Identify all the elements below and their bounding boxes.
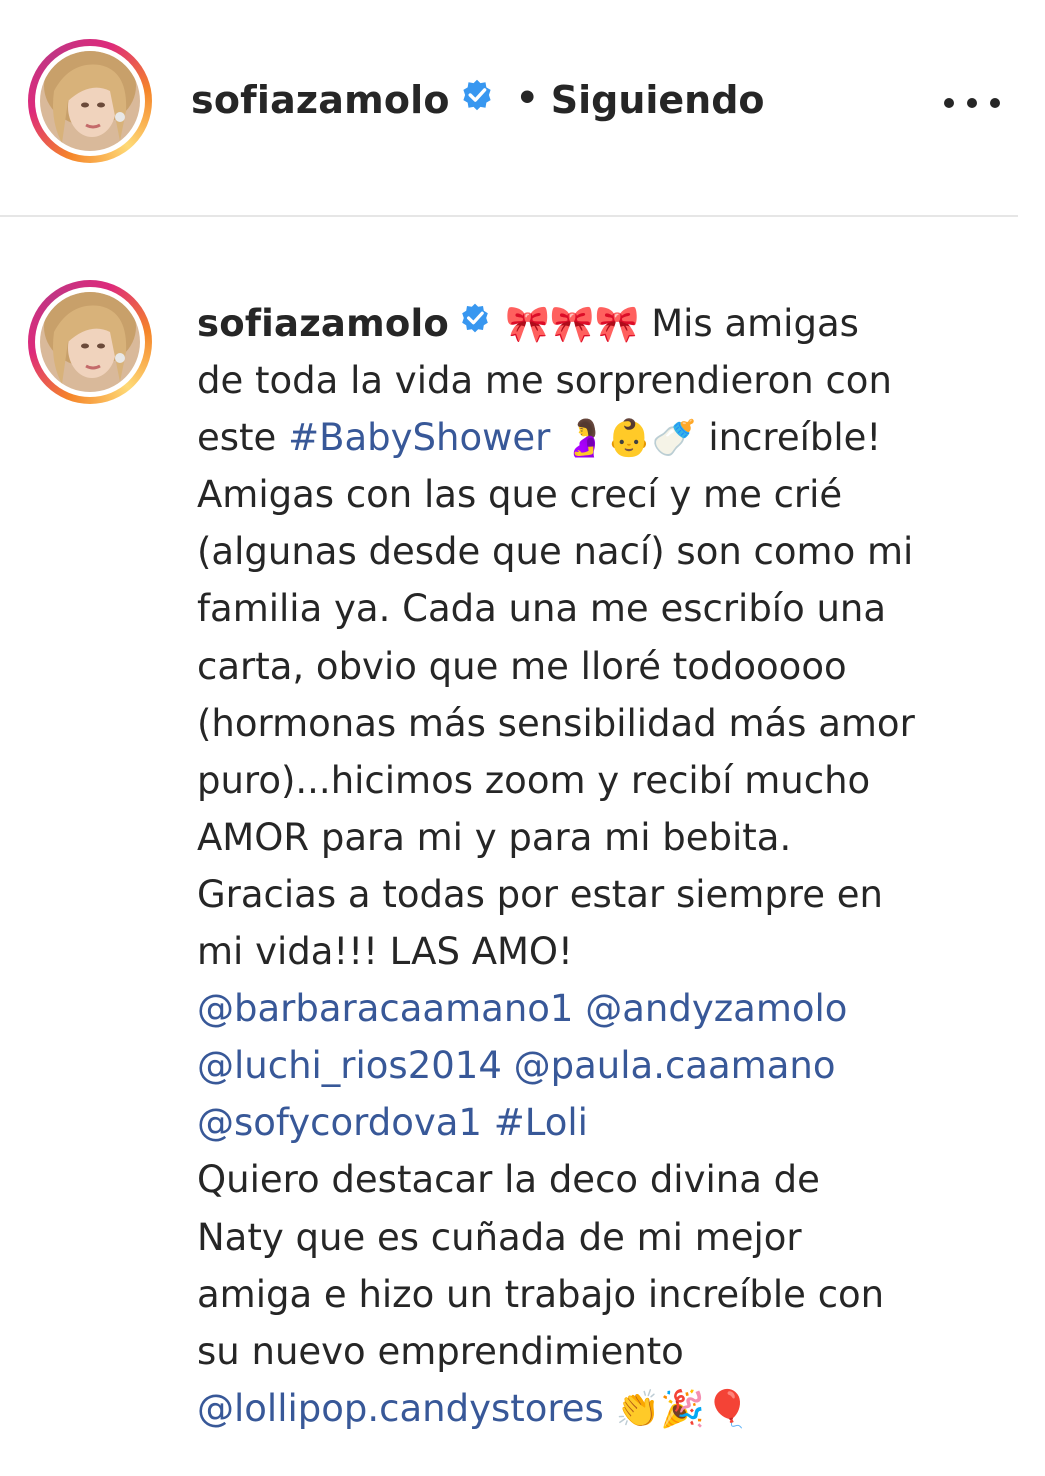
- caption-line: (hormonas más sensibilidad más amor: [197, 701, 915, 745]
- caption-line: @sofycordova1 #Loli: [197, 1094, 977, 1151]
- caption-line: mi vida!!! LAS AMO!: [197, 930, 573, 974]
- post-caption: sofiazamolo 🎀🎀🎀 Mis amigas de toda la vid…: [197, 295, 977, 1437]
- avatar-photo: [40, 292, 140, 392]
- header-username[interactable]: sofiazamolo: [191, 78, 450, 122]
- caption-line: amiga e hizo un trabajo increíble con: [197, 1272, 885, 1316]
- caption-line: de toda la vida me sorprendieron con: [197, 359, 892, 403]
- caption-text: Mis amigas: [651, 302, 859, 345]
- caption-line: su nuevo emprendimiento: [197, 1329, 684, 1373]
- profile-avatar[interactable]: [28, 39, 152, 163]
- mention-link[interactable]: @luchi_rios2014: [197, 1044, 502, 1087]
- verified-badge-icon: [459, 293, 491, 350]
- caption-username[interactable]: sofiazamolo: [197, 302, 449, 345]
- caption-line: @luchi_rios2014 @paula.caamano: [197, 1037, 977, 1094]
- caption-avatar[interactable]: [28, 280, 152, 404]
- separator-dot: •: [515, 77, 539, 119]
- mention-link[interactable]: @barbaracaamano1: [197, 987, 573, 1030]
- more-dot: [967, 98, 977, 108]
- mention-link[interactable]: @sofycordova1: [197, 1101, 482, 1144]
- mention-link[interactable]: @andyzamolo: [585, 987, 847, 1030]
- baby-emoji-icon: 🤰👶🍼: [562, 418, 697, 460]
- caption-text: este: [197, 416, 277, 460]
- more-dot: [990, 98, 1000, 108]
- celebration-emoji-icon: 👏🎉🎈: [615, 1388, 751, 1430]
- verified-badge-icon: [460, 78, 494, 116]
- more-dot: [944, 98, 954, 108]
- avatar-photo: [40, 51, 140, 151]
- header-divider: [0, 215, 1018, 217]
- caption-text: increíble!: [708, 416, 882, 460]
- caption-line: carta, obvio que me lloré todooooo: [197, 644, 847, 688]
- caption-line: Gracias a todas por estar siempre en: [197, 872, 883, 916]
- caption-line: @barbaracaamano1 @andyzamolo: [197, 980, 977, 1037]
- hashtag-link[interactable]: #BabyShower: [288, 416, 550, 459]
- caption-line: Amigas con las que crecí y me crié: [197, 473, 843, 517]
- caption-line: AMOR para mi y para mi bebita.: [197, 815, 792, 859]
- mention-link[interactable]: @lollipop.candystores: [197, 1387, 604, 1430]
- mention-link[interactable]: @paula.caamano: [514, 1044, 836, 1087]
- caption-line: este #BabyShower 🤰👶🍼 increíble!: [197, 409, 977, 466]
- caption-line: Quiero destacar la deco divina de: [197, 1158, 820, 1202]
- more-options-icon[interactable]: [944, 88, 1000, 118]
- caption-line: @lollipop.candystores 👏🎉🎈: [197, 1380, 977, 1437]
- post-header: sofiazamolo • Siguiendo: [191, 74, 765, 126]
- caption-line: familia ya. Cada una me escribío una: [197, 587, 887, 631]
- caption-line: sofiazamolo 🎀🎀🎀 Mis amigas: [197, 295, 977, 352]
- caption-line: Naty que es cuñada de mi mejor: [197, 1215, 802, 1259]
- ribbon-emoji-icon: 🎀🎀🎀: [504, 304, 640, 345]
- caption-line: puro)...hicimos zoom y recibí mucho: [197, 758, 871, 802]
- caption-line: (algunas desde que nací) son como mi: [197, 530, 914, 574]
- hashtag-link[interactable]: #Loli: [494, 1101, 588, 1144]
- following-button[interactable]: Siguiendo: [551, 78, 765, 122]
